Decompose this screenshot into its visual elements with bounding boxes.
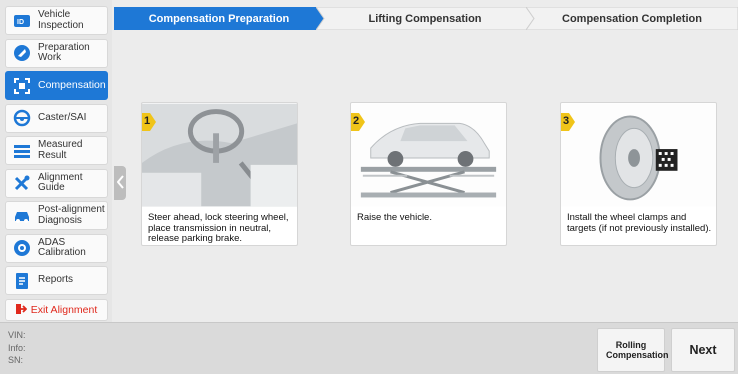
car-interior-image bbox=[142, 103, 297, 207]
vehicle-info: VIN: Info: SN: bbox=[8, 329, 26, 367]
list-result-icon bbox=[12, 141, 32, 161]
report-icon bbox=[12, 271, 32, 291]
step-compensation-preparation[interactable]: Compensation Preparation bbox=[114, 7, 324, 30]
instruction-text: Install the wheel clamps and targets (if… bbox=[567, 212, 712, 234]
sidebar-item-alignment-guide[interactable]: Alignment Guide bbox=[5, 168, 108, 198]
sidebar-item-measured-result[interactable]: Measured Result bbox=[5, 136, 108, 165]
exit-alignment-label: Exit Alignment bbox=[30, 304, 98, 316]
rolling-compensation-button[interactable]: Rolling Compensation bbox=[597, 328, 669, 372]
sn-label: SN: bbox=[8, 355, 24, 365]
sidebar-item-caster-sai[interactable]: Caster/SAI bbox=[5, 103, 108, 133]
wheel-clamp-image bbox=[561, 103, 716, 207]
instruction-card: 2 Raise the vehicle. bbox=[350, 102, 507, 246]
instruction-text: Steer ahead, lock steering wheel, place … bbox=[148, 212, 289, 244]
sidebar-item-label: Reports bbox=[38, 274, 74, 286]
sidebar-item-label: Compensation bbox=[38, 79, 106, 92]
sidebar-item-label: Alignment Guide bbox=[38, 171, 83, 193]
sidebar-item-preparation-work[interactable]: Preparation Work bbox=[5, 38, 108, 68]
sidebar: ID Vehicle Inspection Preparation Work C… bbox=[0, 0, 112, 322]
wrench-tag-icon bbox=[12, 43, 32, 63]
sidebar-item-label: Caster/SAI bbox=[38, 111, 87, 123]
next-label: Next bbox=[689, 343, 717, 357]
step-label: Compensation Preparation bbox=[148, 12, 290, 25]
exit-icon bbox=[15, 303, 27, 317]
sidebar-item-post-alignment-diagnosis[interactable]: Post-alignment Diagnosis bbox=[5, 201, 108, 230]
vin-label: VIN: bbox=[8, 330, 26, 340]
instruction-card: 3 Install the wheel clamps and targets (… bbox=[560, 102, 717, 246]
next-button[interactable]: Next bbox=[671, 328, 735, 372]
vehicle-lift-image bbox=[351, 103, 506, 207]
step-lifting-compensation[interactable]: Lifting Compensation bbox=[316, 7, 534, 30]
step-label: Lifting Compensation bbox=[368, 12, 482, 25]
step-label: Compensation Completion bbox=[562, 12, 702, 25]
chevron-left-icon bbox=[116, 174, 124, 192]
sidebar-item-label: Vehicle Inspection bbox=[38, 9, 84, 31]
sidebar-item-label: Post-alignment Diagnosis bbox=[38, 204, 105, 226]
step-number: 1 bbox=[144, 115, 151, 127]
sidebar-item-reports[interactable]: Reports bbox=[5, 266, 108, 295]
collapse-sidebar-button[interactable] bbox=[114, 166, 126, 200]
steering-wheel-icon bbox=[12, 108, 32, 128]
vin-id-icon: ID bbox=[12, 11, 32, 31]
car-diagnosis-icon bbox=[12, 206, 32, 226]
step-number: 3 bbox=[563, 115, 570, 127]
step-progress-bar: Compensation Preparation Lifting Compens… bbox=[114, 7, 738, 30]
step-number: 2 bbox=[353, 115, 360, 127]
info-label: Info: bbox=[8, 342, 26, 353]
tools-icon bbox=[12, 173, 32, 193]
instruction-card: 1 Steer ahead, lock steering wheel, plac… bbox=[141, 102, 298, 246]
bottom-bar: VIN: Info: SN: Rolling Compensation Next bbox=[0, 322, 738, 374]
compensation-icon bbox=[12, 76, 32, 96]
rolling-compensation-label: Rolling Compensation bbox=[606, 340, 669, 360]
adas-camera-icon bbox=[12, 238, 32, 258]
svg-text:ID: ID bbox=[17, 19, 24, 26]
sidebar-item-adas-calibration[interactable]: ADAS Calibration bbox=[5, 233, 108, 263]
sidebar-item-compensation[interactable]: Compensation bbox=[5, 71, 108, 100]
step-compensation-completion[interactable]: Compensation Completion bbox=[526, 7, 738, 30]
sidebar-item-label: Preparation Work bbox=[38, 41, 90, 63]
exit-alignment-button[interactable]: Exit Alignment bbox=[5, 299, 108, 321]
sidebar-item-label: ADAS Calibration bbox=[38, 236, 86, 258]
sidebar-item-vehicle-inspection[interactable]: ID Vehicle Inspection bbox=[5, 6, 108, 35]
sidebar-item-label: Measured Result bbox=[38, 139, 83, 161]
instruction-text: Raise the vehicle. bbox=[357, 212, 432, 223]
